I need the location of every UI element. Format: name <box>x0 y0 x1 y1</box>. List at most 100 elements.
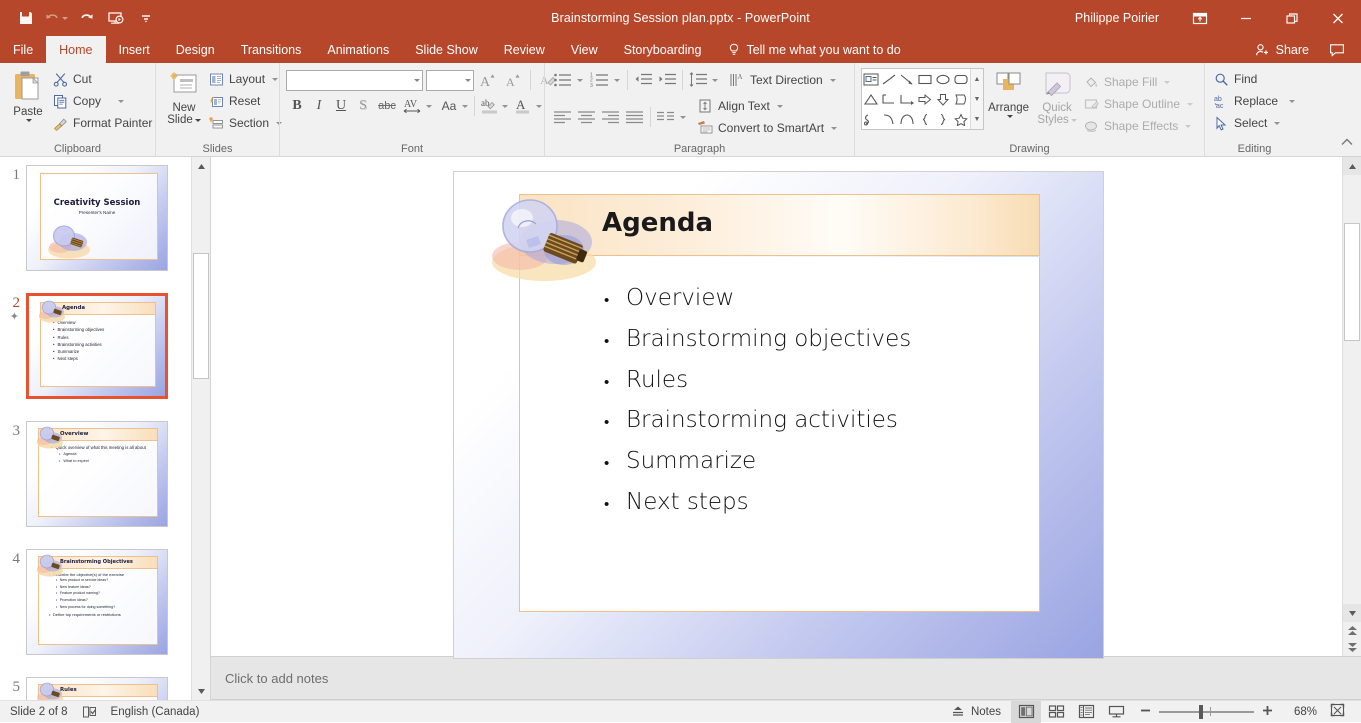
close-icon[interactable] <box>1315 0 1361 36</box>
tab-view[interactable]: View <box>558 36 611 63</box>
redo-icon[interactable] <box>72 5 100 31</box>
shapes-scroll-up-icon[interactable]: ▲ <box>971 69 983 89</box>
tab-design[interactable]: Design <box>163 36 228 63</box>
collapse-ribbon-button[interactable] <box>1339 135 1355 152</box>
layout-caret-icon[interactable] <box>272 77 279 81</box>
notes-pane[interactable]: Click to add notes <box>211 656 1361 700</box>
slide-show-view-button[interactable] <box>1101 701 1131 723</box>
replace-caret-icon[interactable] <box>1289 99 1296 103</box>
numbering-button[interactable]: 123 <box>588 69 612 91</box>
slide-editing-area[interactable]: Agenda • Overview • Brainstorming object… <box>211 157 1361 659</box>
character-spacing-button[interactable]: AV <box>400 95 426 117</box>
shape-fill-caret-icon[interactable] <box>1164 80 1171 84</box>
decrease-indent-button[interactable] <box>631 69 655 91</box>
thumbnail-scroll-track[interactable] <box>192 175 210 682</box>
replace-button[interactable]: ab ac Replace <box>1211 90 1300 112</box>
shapes-gallery[interactable]: ▲ ▼ ▼ <box>861 68 984 130</box>
shape-star[interactable] <box>952 109 970 129</box>
shape-elbow-arrow-connector[interactable] <box>898 89 916 109</box>
comments-icon[interactable] <box>1321 36 1353 63</box>
zoom-percentage[interactable]: 68% <box>1281 706 1317 718</box>
reset-button[interactable]: Reset <box>206 90 287 112</box>
convert-to-smartart-button[interactable]: Convert to SmartArt <box>694 117 842 139</box>
align-left-button[interactable] <box>551 106 575 128</box>
shapes-more-icon[interactable]: ▼ <box>971 109 983 129</box>
tab-transitions[interactable]: Transitions <box>228 36 315 63</box>
shape-right-arrow[interactable] <box>916 89 934 109</box>
fit-slide-to-window-button[interactable] <box>1324 703 1353 720</box>
quick-styles-button[interactable]: Quick Styles <box>1033 68 1081 128</box>
decrease-font-size-icon[interactable]: A <box>502 69 524 91</box>
slide-bullet-list[interactable]: • Overview • Brainstorming objectives • … <box>604 279 1063 524</box>
slide-title[interactable]: Agenda <box>602 208 713 238</box>
zoom-slider-track[interactable] <box>1159 701 1254 723</box>
find-button[interactable]: Find <box>1211 68 1300 90</box>
align-right-button[interactable] <box>599 106 623 128</box>
arrange-caret-icon[interactable] <box>1006 115 1013 118</box>
copy-caret-icon[interactable] <box>118 99 125 103</box>
align-text-button[interactable]: Align Text <box>694 95 842 117</box>
thumbnail-frame-4[interactable]: Brainstorming Objectives •Describe the o… <box>26 549 168 655</box>
shape-right-brace[interactable] <box>934 109 952 129</box>
account-name[interactable]: Philippe Poirier <box>1075 11 1159 25</box>
tab-home[interactable]: Home <box>46 36 106 63</box>
tab-storyboarding[interactable]: Storyboarding <box>611 36 715 63</box>
shape-arc[interactable] <box>898 109 916 129</box>
new-slide-caret-icon[interactable] <box>194 118 201 122</box>
tell-me-search[interactable]: Tell me what you want to do <box>714 36 910 63</box>
thumbnail-slide-1[interactable]: 1 Creativity Session Presenter's Name <box>0 165 191 271</box>
copy-button[interactable]: Copy <box>50 90 157 112</box>
font-size-caret-icon[interactable] <box>465 78 471 82</box>
shape-pentagon-tag[interactable] <box>952 89 970 109</box>
select-button[interactable]: Select <box>1211 112 1300 134</box>
undo-icon[interactable] <box>42 5 70 31</box>
cut-button[interactable]: Cut <box>50 68 157 90</box>
text-shadow-button[interactable]: S <box>352 95 374 117</box>
shape-elbow-connector[interactable] <box>880 89 898 109</box>
shape-text-box[interactable] <box>862 69 880 89</box>
bold-button[interactable]: B <box>286 95 308 117</box>
thumbnail-frame-5[interactable]: Rules <box>26 677 168 700</box>
highlight-caret-icon[interactable] <box>502 104 508 108</box>
shape-outline-button[interactable]: Shape Outline <box>1081 93 1198 115</box>
tab-animations[interactable]: Animations <box>314 36 402 63</box>
underline-button[interactable]: U <box>330 95 352 117</box>
align-center-button[interactable] <box>575 106 599 128</box>
tab-slide-show[interactable]: Slide Show <box>402 36 491 63</box>
shape-rounded-rectangle[interactable] <box>952 69 970 89</box>
increase-indent-button[interactable] <box>655 69 679 91</box>
previous-slide-button[interactable] <box>1343 622 1361 639</box>
font-color-caret-icon[interactable] <box>536 104 542 108</box>
next-slide-button[interactable] <box>1343 639 1361 656</box>
reading-view-button[interactable] <box>1071 701 1101 723</box>
thumbnail-frame-2[interactable]: Agenda • Overview • Brainstorming objectiv… <box>26 293 168 399</box>
slide-scrollbar[interactable] <box>1342 157 1361 656</box>
bullets-button[interactable] <box>551 69 575 91</box>
layout-button[interactable]: Layout <box>206 68 287 90</box>
tab-review[interactable]: Review <box>491 36 558 63</box>
shapes-scroll-down-icon[interactable]: ▼ <box>971 89 983 109</box>
shape-fill-button[interactable]: Shape Fill <box>1081 71 1198 93</box>
normal-view-button[interactable] <box>1011 700 1041 723</box>
current-slide[interactable]: Agenda • Overview • Brainstorming object… <box>453 171 1104 659</box>
line-spacing-button[interactable] <box>686 69 710 91</box>
thumbnail-frame-1[interactable]: Creativity Session Presenter's Name <box>26 165 168 271</box>
change-case-caret-icon[interactable] <box>462 104 468 108</box>
select-caret-icon[interactable] <box>1274 121 1281 125</box>
thumbnail-slide-2[interactable]: 2 ✦ Agenda • Overview • Brainstorming obje… <box>0 293 191 399</box>
notes-button[interactable]: Notes <box>941 701 1011 723</box>
shape-scribble[interactable] <box>862 109 880 129</box>
shape-outline-caret-icon[interactable] <box>1187 102 1193 106</box>
align-text-caret-icon[interactable] <box>776 104 783 108</box>
paste-caret-icon[interactable] <box>26 119 32 122</box>
shape-triangle[interactable] <box>862 89 880 109</box>
restore-icon[interactable] <box>1269 0 1315 36</box>
quick-styles-caret-icon[interactable] <box>1070 118 1077 122</box>
ribbon-display-options-icon[interactable] <box>1177 0 1223 36</box>
thumbnail-scrollbar[interactable] <box>191 157 210 700</box>
increase-font-size-icon[interactable]: A <box>477 69 499 91</box>
shape-curve-down[interactable] <box>880 109 898 129</box>
slide-sorter-view-button[interactable] <box>1041 701 1071 723</box>
shape-rectangle[interactable] <box>916 69 934 89</box>
thumbnail-slide-5[interactable]: 5 Rules <box>0 677 191 700</box>
